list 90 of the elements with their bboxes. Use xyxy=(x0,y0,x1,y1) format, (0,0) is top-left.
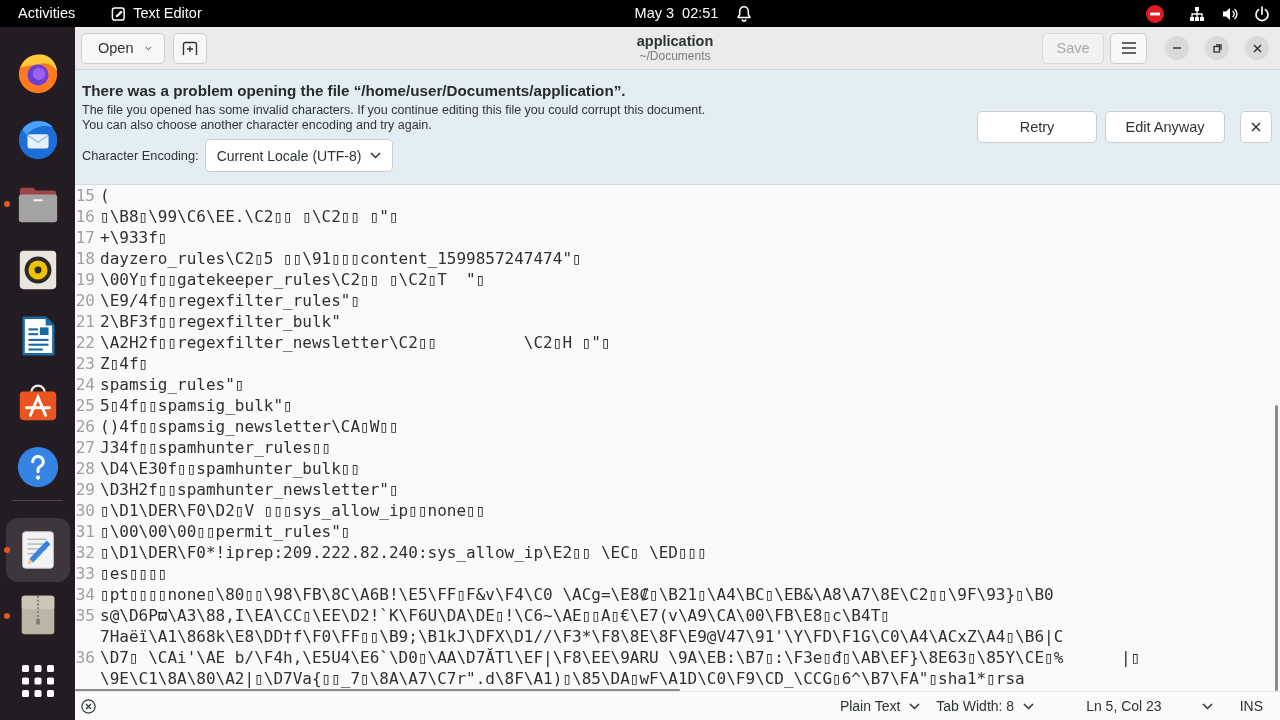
code-line: ▯pt▯▯▯▯none▯\80▯▯\98\FB\8C\A6B!\E5\FF▯F&v\F4\C0 \ACg=\E8₡▯\B21▯\A4\BC▯\EB&\A8\A7\8E\C2▯▯\9F\93}▯\B0 xyxy=(100,584,1054,605)
code-line: ( xyxy=(100,185,110,206)
line-number: 34 xyxy=(75,584,95,605)
line-number: 20 xyxy=(75,290,95,311)
network-icon[interactable] xyxy=(1189,5,1205,22)
code-line: +\933f▯ xyxy=(100,227,168,248)
code-line: s@\D6Pϖ\A3\88,I\EA\CC▯\EE\D2!`K\F6U\DA\DE▯!\C6~\AE▯▯A▯€\E7(v\A9\CA\00\FB\E8▯c\B4T▯ xyxy=(100,605,890,626)
menu-icon xyxy=(1121,42,1136,54)
code-line: Z▯4f▯ xyxy=(100,353,149,374)
code-line: 2\BF3f▯▯regexfilter_bulk" xyxy=(100,311,341,332)
close-icon xyxy=(1252,43,1262,53)
close-button[interactable] xyxy=(1245,36,1269,60)
code-line: \E9/4f▯▯regexfilter_rules"▯ xyxy=(100,290,361,311)
line-number: 19 xyxy=(75,269,95,290)
code-line: ▯\D1\DER\F0*!iprep:209.222.82.240:sys_allow_ip\E2▯▯ \EC▯ \ED▯▯▯ xyxy=(100,542,707,563)
code-line: ▯\D1\DER\F0\D2▯V ▯▯▯sys_allow_ip▯▯none▯▯ xyxy=(100,500,486,521)
line-number: 21 xyxy=(75,311,95,332)
minimize-icon xyxy=(1173,47,1181,49)
info-bar-title: There was a problem opening the file “/home/user/Documents/application”. xyxy=(82,81,626,100)
language-dropdown[interactable]: Plain Text xyxy=(839,698,921,714)
encoding-dropdown[interactable]: Current Locale (UTF-8) xyxy=(204,139,394,172)
code-line: 5▯4f▯▯spamsig_bulk"▯ xyxy=(100,395,293,416)
code-line: ▯\B8▯\99\C6\EE.\C2▯▯ ▯\C2▯▯ ▯"▯ xyxy=(100,206,399,227)
new-tab-icon xyxy=(182,40,198,56)
line-number: 15 xyxy=(75,185,95,206)
line-number: 29 xyxy=(75,479,95,500)
line-number: 32 xyxy=(75,542,95,563)
line-number: 33 xyxy=(75,563,95,584)
horizontal-scrollbar[interactable] xyxy=(75,689,680,691)
minus-circle-icon[interactable] xyxy=(1146,4,1164,23)
new-tab-button[interactable] xyxy=(173,32,207,64)
encoding-label: Character Encoding: xyxy=(82,148,199,163)
speaker-icon[interactable] xyxy=(1222,5,1238,22)
text-editor-icon xyxy=(111,5,127,22)
code-line: spamsig_rules"▯ xyxy=(100,374,245,395)
chevron-down-icon xyxy=(909,702,921,710)
vertical-scrollbar[interactable] xyxy=(1275,405,1278,691)
open-button[interactable]: Open xyxy=(81,32,165,64)
code-line: \A2H2f▯▯regexfilter_newsletter\C2▯▯ \C2▯H ▯"▯ xyxy=(100,332,611,353)
tab-width-dropdown[interactable]: Tab Width: 8 xyxy=(936,698,1035,714)
menu-button[interactable] xyxy=(1110,32,1147,64)
insert-mode-indicator: INS xyxy=(1239,698,1263,714)
line-number: 31 xyxy=(75,521,95,542)
retry-button[interactable]: Retry xyxy=(977,111,1097,143)
code-line: \D4\E30f▯▯spamhunter_bulk▯▯ xyxy=(100,458,361,479)
power-icon[interactable] xyxy=(1254,5,1270,22)
line-number: 25 xyxy=(75,395,95,416)
cursor-position-dropdown[interactable]: Ln 5, Col 23 xyxy=(1086,698,1213,714)
line-number: 30 xyxy=(75,500,95,521)
minimize-button[interactable] xyxy=(1165,36,1189,60)
line-number: 27 xyxy=(75,437,95,458)
app-grid-icon[interactable] xyxy=(20,664,55,699)
restore-button[interactable] xyxy=(1205,36,1229,60)
code-line: dayzero_rules\C2▯5 ▯▯\91▯▯▯content_1599857247474"▯ xyxy=(100,248,582,269)
line-number: 36 xyxy=(75,647,95,668)
line-number: 28 xyxy=(75,458,95,479)
bell-icon[interactable] xyxy=(736,5,753,22)
code-line: \D7▯ \CAi'\AE b/\F4h,\E5U4\E6`\D0▯\AA\D7ĂTl\EF|\F8\EE\9ARU \9A\EB:\B7▯:\F3e▯đ▯\AB\EF}\8E63▯\85Y\CE▯% |▯ xyxy=(100,647,1141,668)
close-icon xyxy=(1251,122,1261,132)
code-line: ▯\00\00\00▯▯permit_rules"▯ xyxy=(100,521,351,542)
line-number: 26 xyxy=(75,416,95,437)
close-circle-icon[interactable] xyxy=(81,698,96,714)
info-bar-close-button[interactable] xyxy=(1240,111,1272,143)
clock[interactable]: May 3 02:51 xyxy=(634,5,719,22)
line-number: 23 xyxy=(75,353,95,374)
app-menu[interactable]: Text Editor xyxy=(111,5,202,22)
chevron-down-icon xyxy=(370,152,382,159)
window-title: application xyxy=(636,33,714,49)
line-number: 24 xyxy=(75,374,95,395)
chevron-down-icon xyxy=(1201,702,1213,710)
line-number: 22 xyxy=(75,332,95,353)
code-line: \D3H2f▯▯spamhunter_newsletter"▯ xyxy=(100,479,399,500)
code-line: 7Haëï\A1\868k\E8\DD†f\F0\FF▯▯\B9;\B1kJ\DFX\D1//\F3*\F8\8E\8F\E9@V47\91'\Y\FD\F1G\C0\A4\ACxZ\A4▯\B6|C xyxy=(100,626,1064,647)
info-bar-message: The file you opened has some invalid characters. If you continue editing this file you could corrupt this document. xyxy=(82,103,706,118)
line-number: 16 xyxy=(75,206,95,227)
window-subtitle: ~/Documents xyxy=(639,49,711,63)
code-line: \00Y▯f▯▯gatekeeper_rules\C2▯▯ ▯\C2▯T "▯ xyxy=(100,269,486,290)
chevron-down-icon xyxy=(1023,702,1035,710)
code-line: ▯es▯▯▯▯ xyxy=(100,563,168,584)
line-number: 35 xyxy=(75,605,95,626)
edit-anyway-button[interactable]: Edit Anyway xyxy=(1105,111,1225,143)
code-line: \9E\C1\8A\80\A2|▯\D7Va{▯▯_7▯\8A\A7\C7r".d\8F\A1)▯\85\DA▯wF\A1D\C0\F9\CD_\CCG▯6^\B7\FA"▯sha1*▯rsa xyxy=(100,668,1025,689)
info-bar-message: You can also choose another character encoding and try again. xyxy=(82,118,432,133)
line-number: 18 xyxy=(75,248,95,269)
activities-button[interactable]: Activities xyxy=(18,5,76,22)
restore-icon xyxy=(1212,43,1222,53)
code-line: ()4f▯▯spamsig_newsletter\CA▯W▯▯ xyxy=(100,416,399,437)
code-line: J34f▯▯spamhunter_rules▯▯ xyxy=(100,437,332,458)
chevron-down-icon xyxy=(145,44,152,52)
line-number: 17 xyxy=(75,227,95,248)
